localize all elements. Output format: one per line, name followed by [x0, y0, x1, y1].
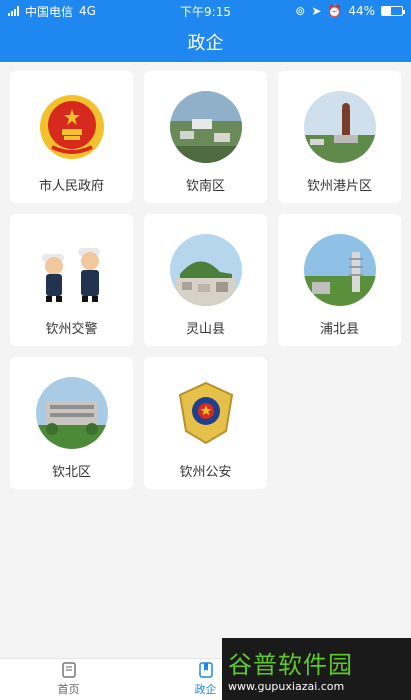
city-photo	[169, 91, 242, 163]
network-label: 4G	[79, 4, 96, 18]
card-label: 灵山县	[185, 322, 225, 337]
town-photo	[169, 234, 242, 306]
page-title: 政企	[187, 33, 224, 54]
lock-rotation-icon: ⊚	[295, 4, 306, 18]
card-qinnan-district[interactable]: 钦南区	[144, 71, 267, 203]
card-label: 钦州交警	[45, 322, 98, 337]
card-city-government[interactable]: 市人民政府	[10, 71, 133, 203]
card-label: 市人民政府	[38, 179, 104, 194]
card-pubei-county[interactable]: 浦北县	[278, 214, 401, 346]
signal-icon	[8, 6, 19, 16]
watermark-brand: 谷普软件园	[228, 651, 353, 679]
traffic-police-cartoon	[36, 234, 108, 306]
pagoda-photo	[303, 234, 376, 306]
book-icon	[198, 662, 214, 678]
battery-icon	[381, 6, 405, 16]
card-qinbei-district[interactable]: 钦北区	[10, 357, 133, 489]
national-emblem-icon	[36, 91, 108, 163]
watermark: 谷普软件园 www.gupuxiazai.com	[222, 638, 411, 700]
card-qinzhou-port-area[interactable]: 钦州港片区	[278, 71, 401, 203]
location-icon: ➤	[311, 4, 322, 18]
alarm-icon: ⏰	[327, 4, 343, 18]
police-badge-icon	[170, 377, 242, 449]
building-photo	[35, 377, 108, 449]
document-icon	[61, 662, 77, 678]
card-qinzhou-public-security[interactable]: 钦州公安	[144, 357, 267, 489]
tab-label: 首页	[57, 683, 80, 696]
carrier-label: 中国电信	[25, 4, 74, 19]
battery-percent: 44%	[348, 4, 375, 18]
card-label: 钦州公安	[179, 465, 232, 480]
card-label: 浦北县	[319, 322, 359, 337]
status-bar: 中国电信 4G 下午9:15 ⊚ ➤ ⏰ 44%	[0, 0, 411, 22]
watermark-url: www.gupuxiazai.com	[228, 680, 345, 693]
card-label: 钦州港片区	[306, 179, 372, 194]
statue-photo	[303, 91, 376, 163]
tab-home[interactable]: 首页	[0, 659, 137, 700]
card-label: 钦北区	[51, 465, 91, 480]
org-grid: 市人民政府 钦南区 钦州港片区 钦州交警 灵山县 浦北县 钦北区 钦州公安	[10, 71, 401, 489]
card-lingshan-county[interactable]: 灵山县	[144, 214, 267, 346]
card-qinzhou-traffic-police[interactable]: 钦州交警	[10, 214, 133, 346]
card-label: 钦南区	[185, 179, 225, 194]
page-header: 政企	[0, 22, 411, 62]
tab-label: 政企	[194, 683, 217, 696]
